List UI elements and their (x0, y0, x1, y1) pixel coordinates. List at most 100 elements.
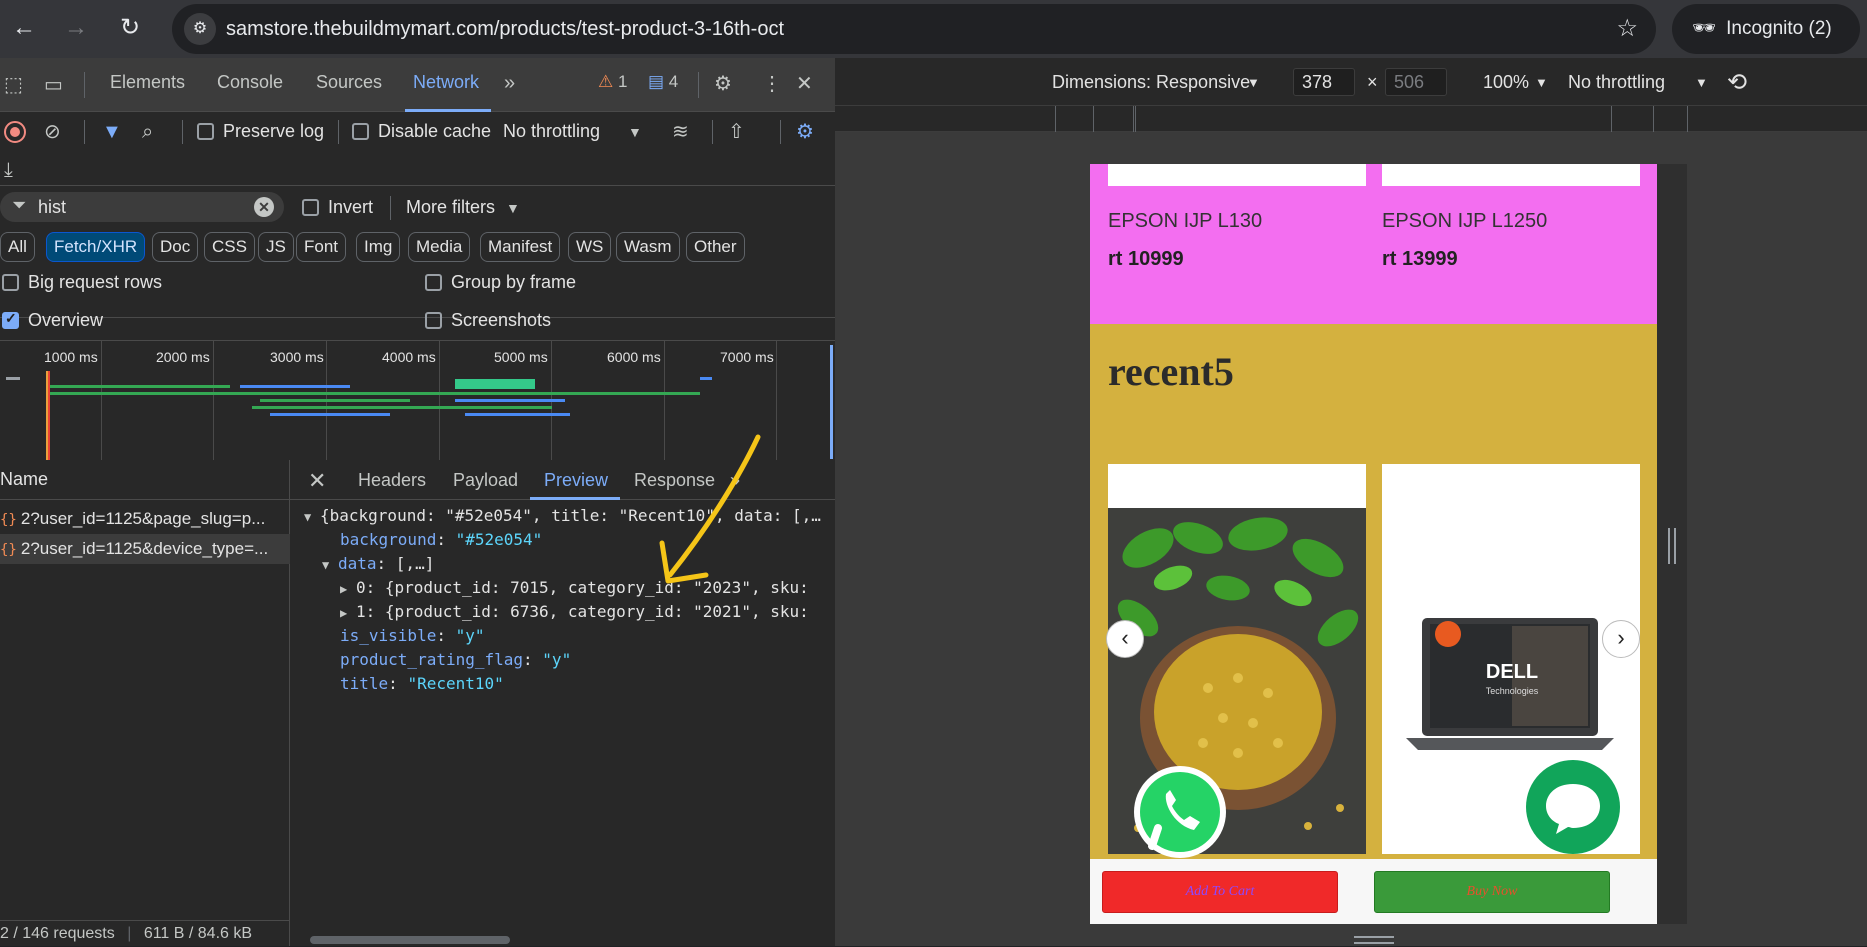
carousel-prev-button[interactable]: ‹ (1106, 620, 1144, 658)
network-overview-timeline[interactable]: 1000 ms 2000 ms 3000 ms 4000 ms 5000 ms … (0, 340, 835, 461)
device-toggle-icon[interactable]: ▭ (44, 73, 63, 97)
type-filter-css[interactable]: CSS (204, 232, 255, 262)
tab-headers[interactable]: Headers (358, 470, 426, 491)
screenshots-checkbox[interactable] (425, 312, 442, 329)
viewport-bottom-resize-handle[interactable] (1354, 936, 1394, 944)
type-filter-doc[interactable]: Doc (152, 232, 199, 262)
chevron-down-icon[interactable]: ▼ (1535, 75, 1548, 90)
carousel-next-button[interactable]: › (1602, 620, 1640, 658)
buy-now-button[interactable]: Buy Now (1374, 871, 1610, 913)
json-line[interactable]: ▶ 0: {product_id: 7015, category_id: "202… (340, 576, 809, 600)
json-key: product_rating_flag (340, 650, 524, 669)
chevron-down-icon[interactable]: ▼ (628, 120, 642, 144)
json-value: "Recent10" (407, 674, 504, 693)
name-column-header[interactable]: Name (0, 460, 290, 500)
request-row-selected[interactable]: {} 2?user_id=1125&device_type=... (0, 534, 290, 564)
request-name: 2?user_id=1125&device_type=... (20, 539, 269, 558)
tab-elements[interactable]: Elements (110, 72, 185, 93)
divider (84, 120, 85, 144)
chat-widget-button[interactable] (1526, 760, 1620, 854)
inspect-element-icon[interactable]: ⬚ (4, 73, 23, 97)
type-filter-fetch-xhr[interactable]: Fetch/XHR (46, 232, 146, 262)
search-icon[interactable]: ⌕ (142, 120, 153, 144)
collapsed-triangle-icon[interactable]: ▶ (340, 577, 356, 601)
record-stop-icon[interactable] (4, 121, 26, 143)
clear-filter-icon[interactable]: ✕ (254, 197, 274, 217)
chevron-down-icon[interactable]: ▼ (1695, 75, 1708, 90)
more-detail-tabs-icon[interactable]: » (730, 470, 740, 491)
type-filter-all[interactable]: All (0, 232, 35, 262)
network-conditions-icon[interactable]: ≋ (672, 120, 689, 144)
height-input[interactable] (1385, 68, 1447, 96)
tab-response[interactable]: Response (634, 470, 715, 491)
collapsed-triangle-icon[interactable]: ▶ (340, 601, 356, 625)
tab-payload[interactable]: Payload (453, 470, 518, 491)
more-tabs-icon[interactable]: » (504, 71, 515, 95)
product-name[interactable]: EPSON IJP L1250 (1382, 210, 1547, 233)
tab-console[interactable]: Console (217, 72, 283, 93)
json-root-line[interactable]: ▼ {background: "#52e054", title: "Recent1… (304, 504, 821, 528)
viewport-resize-handle[interactable] (1668, 528, 1676, 564)
disable-cache-checkbox[interactable] (352, 123, 369, 140)
horizontal-scrollbar[interactable] (290, 932, 835, 946)
tab-sources[interactable]: Sources (316, 72, 382, 93)
laptop-image-icon[interactable]: DELL Technologies (1402, 614, 1622, 764)
url-text[interactable]: samstore.thebuildmymart.com/products/tes… (226, 18, 784, 41)
type-filter-font[interactable]: Font (296, 232, 347, 262)
reload-icon[interactable]: ↻ (112, 10, 148, 46)
filter-icon[interactable]: ▼ (102, 120, 122, 144)
type-filter-wasm[interactable]: Wasm (616, 232, 680, 262)
incognito-button[interactable]: 🕶 Incognito (2) (1672, 4, 1860, 54)
chevron-down-icon[interactable]: ▼ (506, 196, 520, 220)
tab-preview[interactable]: Preview (544, 470, 608, 491)
export-har-icon[interactable]: ⤓ (4, 158, 13, 182)
more-filters-button[interactable]: More filters (406, 197, 495, 218)
filter-input[interactable] (38, 195, 238, 219)
group-by-frame-checkbox[interactable] (425, 274, 442, 291)
scrollbar-thumb[interactable] (310, 936, 510, 944)
messages-counter[interactable]: ▤ 4 (648, 72, 678, 92)
chevron-down-icon[interactable]: ▼ (1247, 75, 1260, 90)
json-line[interactable]: ▼ data: [,…] (322, 552, 434, 576)
kebab-menu-icon[interactable]: ⋮ (762, 72, 782, 96)
forward-icon[interactable]: → (58, 10, 94, 46)
invert-checkbox[interactable] (302, 199, 319, 216)
type-filter-js[interactable]: JS (258, 232, 294, 262)
width-input[interactable] (1293, 68, 1355, 96)
type-filter-ws[interactable]: WS (568, 232, 612, 262)
filter-input-box[interactable]: ⏷ ✕ (0, 192, 284, 222)
rotate-icon[interactable]: ⟲ (1727, 68, 1747, 97)
import-har-icon[interactable]: ⇧ (728, 120, 745, 144)
close-detail-icon[interactable]: ✕ (308, 468, 326, 494)
big-request-rows-checkbox[interactable] (2, 274, 19, 291)
close-devtools-icon[interactable]: ✕ (796, 72, 813, 96)
warnings-counter[interactable]: ⚠ 1 (598, 72, 627, 92)
dimensions-select[interactable]: Dimensions: Responsive (1052, 72, 1250, 93)
media-query-ruler[interactable] (835, 106, 1867, 132)
expand-triangle-icon[interactable]: ▼ (322, 553, 338, 577)
bookmark-star-icon[interactable]: ☆ (1616, 14, 1638, 44)
type-filter-manifest[interactable]: Manifest (480, 232, 561, 262)
zoom-select[interactable]: 100% (1483, 72, 1529, 93)
preserve-log-checkbox[interactable] (197, 123, 214, 140)
json-key: title (340, 674, 389, 693)
json-line[interactable]: ▶ 1: {product_id: 6736, category_id: "202… (340, 600, 809, 624)
site-info-icon[interactable]: ⚙ (184, 13, 216, 45)
device-throttling-select[interactable]: No throttling (1568, 72, 1665, 93)
product-name[interactable]: EPSON IJP L130 (1108, 210, 1262, 233)
type-filter-media[interactable]: Media (408, 232, 471, 262)
whatsapp-icon[interactable] (1128, 760, 1232, 864)
tab-network[interactable]: Network (413, 72, 479, 93)
overview-checkbox[interactable] (2, 310, 19, 329)
expand-triangle-icon[interactable]: ▼ (304, 505, 320, 529)
back-icon[interactable]: ← (6, 10, 42, 46)
throttling-select[interactable]: No throttling (503, 121, 600, 142)
address-bar[interactable]: ⚙ samstore.thebuildmymart.com/products/t… (172, 4, 1656, 54)
network-settings-gear-icon[interactable]: ⚙ (796, 120, 814, 144)
settings-gear-icon[interactable]: ⚙ (714, 72, 732, 96)
type-filter-img[interactable]: Img (356, 232, 401, 262)
type-filter-other[interactable]: Other (686, 232, 745, 262)
clear-icon[interactable]: ⊘ (44, 120, 61, 144)
add-to-cart-button[interactable]: Add To Cart (1102, 871, 1338, 913)
request-row[interactable]: {} 2?user_id=1125&page_slug=p... (0, 504, 290, 534)
